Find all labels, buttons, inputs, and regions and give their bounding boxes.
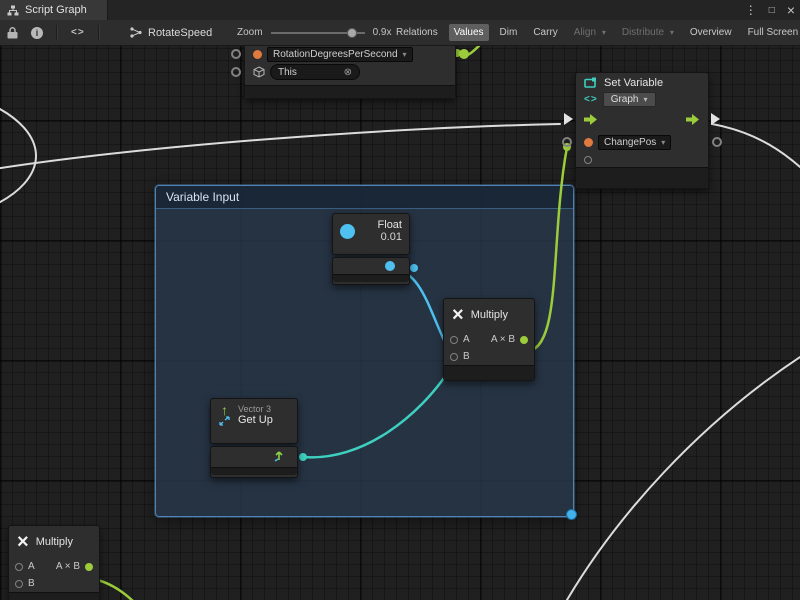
toolbar-divider	[98, 25, 100, 40]
set-variable-icon	[584, 77, 597, 89]
wire-white-bottom-diagonal[interactable]	[560, 348, 800, 600]
port-label-a: A	[28, 561, 35, 572]
node-footer	[9, 592, 99, 600]
dim-button[interactable]: Dim	[495, 24, 523, 41]
port-label-out: A × B	[56, 561, 80, 572]
port-label-a: A	[463, 334, 470, 345]
node-title: Set Variable	[604, 77, 663, 89]
graph-toolbar: i <> RotateSpeed Zoom 0.9x Relations Val…	[0, 20, 800, 46]
vector-axes-icon	[219, 416, 230, 426]
input-port[interactable]	[231, 67, 241, 77]
multiply-icon: ×	[17, 532, 29, 552]
close-window-icon[interactable]: ×	[787, 2, 795, 18]
relations-button[interactable]: Relations	[391, 24, 443, 41]
value-port[interactable]	[584, 156, 592, 164]
carry-button[interactable]: Carry	[528, 24, 562, 41]
float-value-field[interactable]: 0.01	[362, 231, 402, 243]
object-picker-icon[interactable]: ⊗	[344, 67, 352, 78]
input-port-b[interactable]	[450, 353, 458, 361]
flow-output-port[interactable]	[711, 113, 720, 125]
overview-button[interactable]: Overview	[685, 24, 737, 41]
title-bar: Script Graph ⋮ □ ×	[0, 0, 800, 21]
input-port-b[interactable]	[15, 580, 23, 588]
info-icon[interactable]: i	[31, 27, 43, 39]
node-title: Multiply	[36, 536, 73, 548]
output-port-connected[interactable]	[85, 563, 93, 571]
multiply-icon: ×	[452, 305, 464, 325]
cube-icon	[253, 66, 265, 78]
target-field[interactable]: This ⊗	[270, 64, 360, 80]
code-view-icon[interactable]: <>	[71, 27, 85, 38]
wire-white-left-to-setvariable[interactable]	[0, 124, 560, 170]
graph-ref-icon	[130, 27, 142, 38]
node-kind: Vector 3	[238, 404, 289, 414]
node-footer	[245, 85, 455, 98]
node-footer	[211, 467, 297, 475]
menu-icon[interactable]: ⋮	[745, 3, 757, 17]
lock-icon[interactable]	[7, 27, 18, 39]
output-port[interactable]	[712, 137, 722, 147]
align-dropdown-button[interactable]: Align ▾	[569, 24, 611, 41]
node-set-variable[interactable]: Set Variable <> Graph ▾	[575, 72, 709, 189]
node-float-literal[interactable]: Float 0.01	[332, 213, 410, 255]
chevron-down-icon: ▾	[670, 28, 674, 37]
distribute-dropdown-button[interactable]: Distribute ▾	[617, 24, 679, 41]
group-title[interactable]: Variable Input	[156, 186, 573, 209]
variable-icon	[253, 50, 262, 59]
tab-title: Script Graph	[25, 4, 87, 16]
variable-scope-dropdown[interactable]: Graph ▾	[603, 92, 656, 107]
node-title: Multiply	[471, 309, 508, 321]
chevron-down-icon: ▾	[643, 95, 647, 104]
flow-in-arrow-icon	[584, 114, 598, 125]
node-float-port-box[interactable]	[332, 257, 410, 285]
tab-script-graph[interactable]: Script Graph	[0, 0, 108, 20]
script-graph-icon	[7, 5, 19, 16]
variable-kind-icon: <>	[584, 94, 598, 105]
flow-input-port[interactable]	[564, 113, 573, 125]
node-title: Get Up	[238, 414, 289, 426]
node-get-up-port-box[interactable]	[210, 446, 298, 478]
node-footer	[333, 274, 409, 282]
flow-out-arrow-icon	[686, 114, 700, 125]
node-title: Float	[362, 219, 402, 231]
node-multiply-center[interactable]: × Multiply A A × B B	[443, 298, 535, 381]
port-label-b: B	[28, 578, 35, 589]
toolbar-divider	[56, 25, 58, 40]
zoom-slider-handle[interactable]	[347, 28, 357, 38]
node-multiply-bottom[interactable]: × Multiply A A × B B	[8, 525, 100, 600]
input-port-a[interactable]	[15, 563, 23, 571]
variable-name-dropdown[interactable]: RotationDegreesPerSecond ▾	[267, 47, 413, 62]
graph-name[interactable]: RotateSpeed	[148, 27, 212, 39]
node-footer	[576, 167, 708, 188]
input-port[interactable]	[231, 49, 241, 59]
variable-name-dropdown[interactable]: ChangePos ▾	[598, 135, 671, 150]
zoom-value: 0.9x	[373, 27, 392, 38]
output-port-connected[interactable]	[520, 336, 528, 344]
graph-canvas[interactable]: Variable Input	[0, 0, 800, 600]
wire-white-setvariable-out[interactable]	[712, 124, 800, 180]
vector-output-port[interactable]	[273, 451, 285, 463]
port-label-b: B	[463, 351, 470, 362]
values-button[interactable]: Values	[449, 24, 489, 41]
node-get-up[interactable]: ↑ Vector 3 Get Up	[210, 398, 298, 444]
port-label-out: A × B	[491, 334, 515, 345]
chevron-down-icon: ▾	[602, 28, 606, 37]
zoom-slider[interactable]	[271, 27, 365, 39]
zoom-label: Zoom	[237, 27, 263, 38]
chevron-down-icon: ▾	[661, 138, 665, 147]
restore-window-icon[interactable]: □	[769, 5, 775, 16]
chevron-down-icon: ▾	[403, 50, 407, 59]
variable-icon	[584, 138, 593, 147]
input-port[interactable]	[562, 137, 572, 147]
wire-white-left-arc[interactable]	[0, 103, 36, 208]
script-graph-window: Variable Input	[0, 0, 800, 600]
input-port-a[interactable]	[450, 336, 458, 344]
group-resize-handle[interactable]	[566, 509, 577, 520]
output-port-connected[interactable]	[459, 49, 469, 59]
up-arrow-icon: ↑	[221, 405, 228, 416]
output-port-connected[interactable]	[385, 261, 395, 271]
node-footer	[444, 365, 534, 380]
full-screen-button[interactable]: Full Screen	[743, 24, 800, 41]
float-icon	[340, 224, 355, 239]
